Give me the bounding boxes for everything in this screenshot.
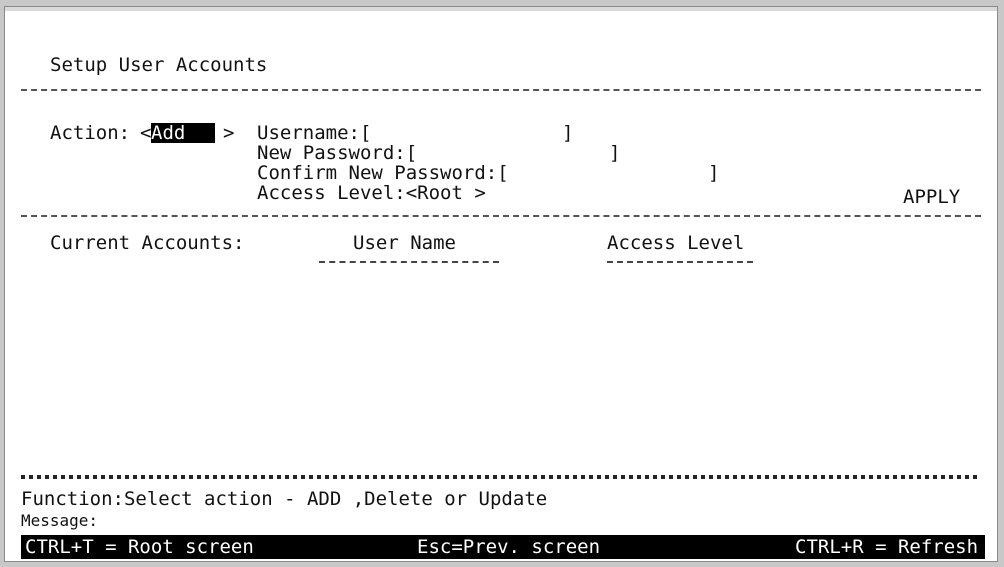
new-password-label: New Password:[	[257, 142, 418, 164]
hotkey-root-screen[interactable]: CTRL+T = Root screen	[25, 537, 254, 557]
confirm-password-label: Confirm New Password:[	[257, 162, 509, 184]
apply-button[interactable]: APPLY	[903, 187, 960, 207]
divider-stars	[21, 475, 981, 479]
access-level-underline	[607, 261, 753, 263]
hotkey-refresh[interactable]: CTRL+R = Refresh	[795, 537, 978, 557]
new-password-close-bracket: ]	[609, 142, 621, 164]
username-close-bracket: ]	[562, 122, 574, 144]
user-name-underline	[319, 261, 499, 263]
divider-top	[21, 89, 981, 91]
page-title: Setup User Accounts	[50, 54, 268, 76]
action-label: Action:	[50, 122, 131, 144]
confirm-password-field[interactable]	[525, 163, 705, 183]
new-password-field[interactable]	[425, 143, 605, 163]
access-level-select[interactable]: Access Level:<Root >	[257, 183, 486, 203]
confirm-password-close-bracket: ]	[708, 162, 720, 184]
action-close-bracket: >	[223, 122, 235, 144]
username-label: Username:[	[257, 122, 372, 144]
action-open-bracket: <	[140, 122, 152, 144]
divider-middle	[21, 215, 981, 217]
action-select[interactable]: Add	[151, 123, 215, 143]
status-bar: CTRL+T = Root screen Esc=Prev. screen CT…	[21, 535, 985, 559]
current-accounts-label: Current Accounts:	[50, 232, 245, 254]
username-field[interactable]	[377, 123, 557, 143]
function-help-text: Function:Select action - ADD ,Delete or …	[21, 488, 548, 510]
terminal-window: Setup User Accounts Action: < Add > User…	[4, 6, 998, 562]
column-header-user-name: User Name	[353, 232, 456, 254]
message-label: Message:	[21, 511, 99, 530]
hotkey-prev-screen[interactable]: Esc=Prev. screen	[417, 537, 600, 557]
column-header-access-level: Access Level	[607, 232, 745, 254]
